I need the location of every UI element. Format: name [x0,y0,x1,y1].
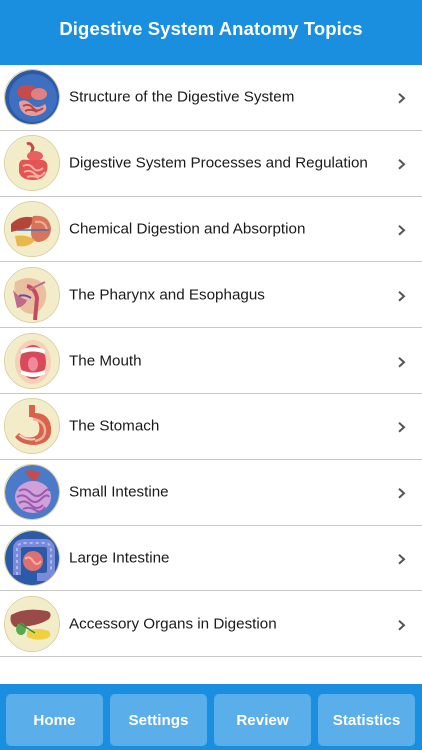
topic-label: Structure of the Digestive System [69,88,295,106]
chevron-right-icon [397,553,406,565]
topic-row-pharynx[interactable]: The Pharynx and Esophagus [0,262,422,329]
topic-list: Structure of the Digestive System Digest… [0,65,422,658]
topic-row-structure[interactable]: Structure of the Digestive System [0,65,422,131]
mouth-icon [4,332,60,389]
small-intestine-icon [4,464,60,521]
stomach-pancreas-icon [4,200,60,257]
chevron-right-icon [397,93,406,105]
chevron-right-icon [397,422,406,434]
topic-label: The Mouth [69,352,142,370]
pharynx-icon [4,266,60,323]
topic-label: Chemical Digestion and Absorption [69,220,306,238]
topic-row-processes[interactable]: Digestive System Processes and Regulatio… [0,131,422,197]
chevron-right-icon [397,290,406,302]
topic-label: The Stomach [69,417,160,435]
stomach-icon [4,398,60,455]
topic-label: The Pharynx and Esophagus [69,286,265,304]
header-bar: Digestive System Anatomy Topics [0,0,422,65]
chevron-right-icon [397,619,406,631]
app-screen: Digestive System Anatomy Topics Structur… [0,0,422,750]
page-title: Digestive System Anatomy Topics [59,17,363,39]
statistics-button[interactable]: Statistics [318,694,415,746]
topic-row-mouth[interactable]: The Mouth [0,328,422,394]
digestive-system-icon [4,69,60,126]
chevron-right-icon [397,356,406,368]
topic-label: Small Intestine [69,483,169,501]
liver-gallbladder-icon [4,595,60,652]
topic-label: Digestive System Processes and Regulatio… [69,154,368,172]
review-button[interactable]: Review [214,694,311,746]
large-intestine-icon [4,529,60,586]
topic-row-small-intestine[interactable]: Small Intestine [0,460,422,526]
topic-row-chemical-digestion[interactable]: Chemical Digestion and Absorption [0,197,422,263]
topic-label: Accessory Organs in Digestion [69,615,277,633]
topic-row-large-intestine[interactable]: Large Intestine [0,526,422,592]
topic-label: Large Intestine [69,549,170,567]
topic-row-accessory-organs[interactable]: Accessory Organs in Digestion [0,591,422,658]
intestines-icon [4,135,60,192]
chevron-right-icon [397,487,406,499]
chevron-right-icon [397,224,406,236]
settings-button[interactable]: Settings [110,694,207,746]
chevron-right-icon [397,158,406,170]
bottom-tab-bar: Home Settings Review Statistics [0,684,422,750]
topic-row-stomach[interactable]: The Stomach [0,394,422,460]
home-button[interactable]: Home [6,694,103,746]
